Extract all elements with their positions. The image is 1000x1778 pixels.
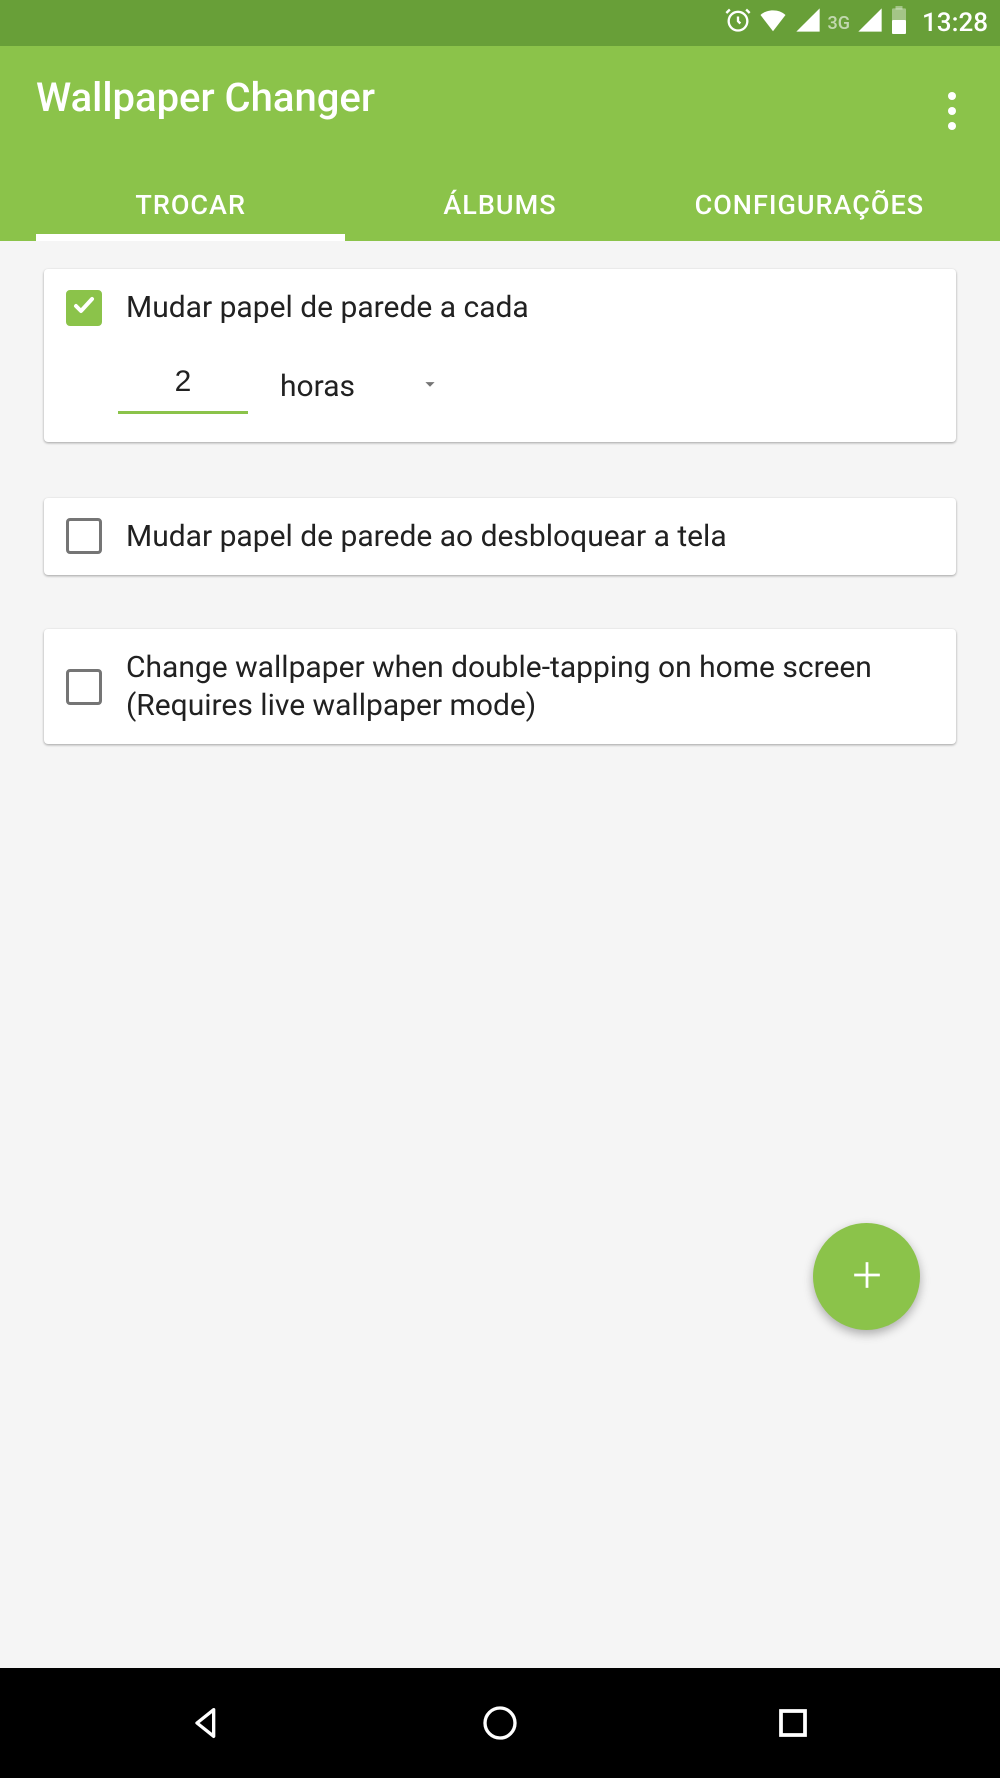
- app-title: Wallpaper Changer: [36, 74, 964, 121]
- app-bar: Wallpaper Changer TROCAR ÁLBUMS CONFIGUR…: [0, 46, 1000, 241]
- checkbox-change-on-doubletap[interactable]: [66, 669, 102, 705]
- checkbox-row: Change wallpaper when double-tapping on …: [66, 649, 934, 724]
- checkbox-label-change-on-unlock: Mudar papel de parede ao desbloquear a t…: [126, 518, 727, 556]
- dot-icon: [948, 122, 956, 130]
- checkbox-row: Mudar papel de parede a cada: [66, 289, 934, 327]
- fab-add-button[interactable]: [813, 1223, 920, 1330]
- status-icons: 3G 13:28: [724, 5, 988, 42]
- navigation-bar: [0, 1668, 1000, 1778]
- tab-label: CONFIGURAÇÕES: [695, 189, 925, 221]
- checkbox-label-change-on-doubletap: Change wallpaper when double-tapping on …: [126, 649, 934, 724]
- dot-icon: [948, 107, 956, 115]
- tab-albums[interactable]: ÁLBUMS: [345, 169, 654, 241]
- nav-recent-button[interactable]: [769, 1699, 817, 1747]
- signal-icon-2: [856, 6, 884, 41]
- tab-label: ÁLBUMS: [443, 189, 556, 221]
- status-time: 13:28: [922, 8, 988, 38]
- interval-row: horas: [118, 359, 934, 422]
- nav-home-button[interactable]: [476, 1699, 524, 1747]
- checkbox-label-change-every: Mudar papel de parede a cada: [126, 289, 529, 327]
- signal-icon: [794, 6, 822, 41]
- checkbox-row: Mudar papel de parede ao desbloquear a t…: [66, 518, 934, 556]
- plus-icon: [845, 1253, 889, 1301]
- alarm-icon: [724, 6, 752, 41]
- interval-value-input[interactable]: [118, 359, 248, 414]
- chevron-down-icon: [419, 373, 441, 399]
- checkbox-change-every[interactable]: [66, 290, 102, 326]
- wifi-icon: [758, 5, 788, 42]
- interval-unit-label: horas: [280, 369, 355, 404]
- card-change-on-unlock: Mudar papel de parede ao desbloquear a t…: [44, 498, 956, 576]
- content-area: Mudar papel de parede a cada horas Mudar…: [0, 241, 1000, 826]
- checkbox-change-on-unlock[interactable]: [66, 518, 102, 554]
- tab-configuracoes[interactable]: CONFIGURAÇÕES: [655, 169, 964, 241]
- overflow-menu-button[interactable]: [936, 80, 968, 142]
- card-change-on-doubletap: Change wallpaper when double-tapping on …: [44, 629, 956, 744]
- nav-back-button[interactable]: [183, 1699, 231, 1747]
- status-bar: 3G 13:28: [0, 0, 1000, 46]
- network-type-label: 3G: [828, 13, 851, 34]
- battery-icon: [890, 6, 908, 41]
- checkmark-icon: [72, 291, 96, 324]
- tab-bar: TROCAR ÁLBUMS CONFIGURAÇÕES: [36, 169, 964, 241]
- interval-unit-dropdown[interactable]: horas: [280, 369, 441, 404]
- tab-label: TROCAR: [135, 189, 246, 221]
- tab-trocar[interactable]: TROCAR: [36, 169, 345, 241]
- card-change-every: Mudar papel de parede a cada horas: [44, 269, 956, 442]
- dot-icon: [948, 92, 956, 100]
